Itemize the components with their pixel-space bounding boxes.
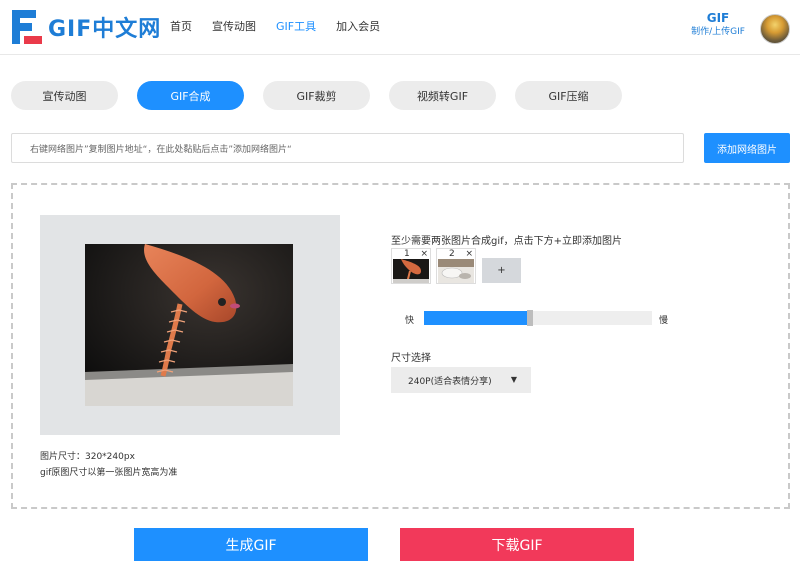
top-header: GIF中文网 首页 宣传动图 GIF工具 加入会员 GIF 制作/上传GIF	[0, 0, 800, 55]
image-size-text: 图片尺寸：320*240px	[40, 452, 135, 462]
nav-item-home[interactable]: 首页	[170, 19, 192, 35]
add-web-image-button[interactable]: 添加网络图片	[704, 133, 790, 163]
make-upload-gif-link[interactable]: GIF 制作/上传GIF	[688, 11, 748, 39]
tab-gif-compress[interactable]: GIF压缩	[515, 81, 622, 110]
size-select-value: 240P(适合表情分享)	[408, 376, 492, 387]
image-url-input[interactable]: 右键网络图片”复制图片地址“，在此处黏贴后点击”添加网络图片“	[11, 133, 684, 163]
make-gif-subtitle: 制作/上传GIF	[691, 27, 745, 37]
make-gif-title: GIF	[706, 11, 730, 25]
logo-mark-icon	[12, 10, 42, 44]
tool-tabs: 宣传动图 GIF合成 GIF裁剪 视频转GIF GIF压缩	[11, 81, 641, 110]
compose-work-area: 图片尺寸：320*240px gif原图尺寸以第一张图片宽高为准 至少需要两张图…	[11, 183, 790, 509]
remove-frame-icon[interactable]: ×	[465, 249, 473, 259]
add-frame-button[interactable]: +	[482, 258, 521, 283]
frame-thumbnail[interactable]: 2 ×	[436, 248, 476, 284]
add-frames-hint: 至少需要两张图片合成gif，点击下方+立即添加图片	[391, 236, 623, 247]
generate-gif-button[interactable]: 生成GIF	[134, 528, 368, 561]
frame-image	[438, 259, 474, 283]
speed-fast-label: 快	[405, 316, 415, 326]
frame-image	[393, 259, 429, 283]
user-avatar[interactable]	[760, 14, 790, 44]
nav-item-join-member[interactable]: 加入会员	[336, 19, 380, 35]
tab-gif-crop[interactable]: GIF裁剪	[263, 81, 370, 110]
frame-thumbnail[interactable]: 1 ×	[391, 248, 431, 284]
main-nav: 首页 宣传动图 GIF工具 加入会员	[170, 19, 400, 35]
frame-index: 1	[404, 249, 410, 259]
tab-gif-compose[interactable]: GIF合成	[137, 81, 244, 110]
tab-promo-gifs[interactable]: 宣传动图	[11, 81, 118, 110]
caret-down-icon: ▼	[510, 375, 517, 384]
frame-index: 2	[449, 249, 455, 259]
remove-frame-icon[interactable]: ×	[420, 249, 428, 259]
speed-slider-fill	[424, 311, 527, 325]
frame-thumbnails: 1 × 2 × +	[391, 248, 521, 284]
logo-text: GIF中文网	[48, 17, 162, 42]
fish-photo	[85, 244, 293, 406]
size-note-text: gif原图尺寸以第一张图片宽高为准	[40, 468, 178, 478]
size-select-label: 尺寸选择	[391, 353, 431, 364]
speed-slider-handle[interactable]	[527, 310, 533, 326]
speed-slider[interactable]	[424, 310, 652, 326]
size-select-dropdown[interactable]: 240P(适合表情分享) ▼	[391, 367, 531, 393]
preview-image	[85, 244, 293, 406]
download-gif-button[interactable]: 下载GIF	[400, 528, 634, 561]
gif-preview-panel	[40, 215, 340, 435]
nav-item-gif-tools[interactable]: GIF工具	[276, 19, 316, 35]
speed-slow-label: 慢	[659, 316, 669, 326]
tab-video-to-gif[interactable]: 视频转GIF	[389, 81, 496, 110]
nav-item-promo-gifs[interactable]: 宣传动图	[212, 19, 256, 35]
site-logo[interactable]: GIF中文网	[12, 10, 161, 44]
